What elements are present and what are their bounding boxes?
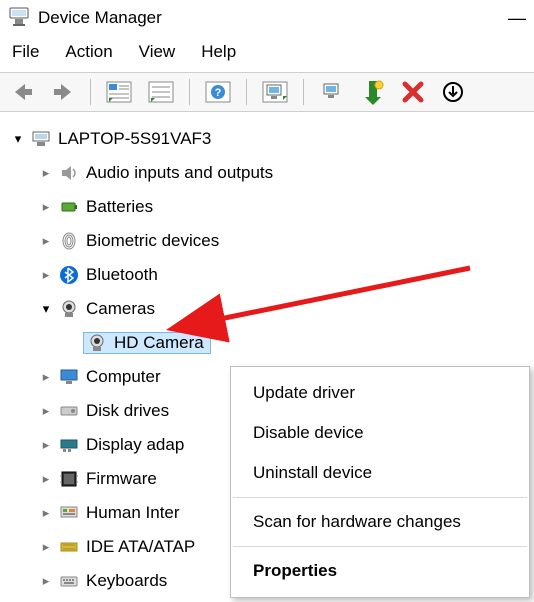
menu-action[interactable]: Action (65, 42, 112, 62)
display-adapter-icon (56, 435, 82, 455)
list-button[interactable] (143, 77, 179, 107)
menubar: File Action View Help (0, 36, 534, 72)
hid-icon (56, 503, 82, 523)
node-label: Firmware (82, 469, 157, 489)
forward-button[interactable] (46, 77, 80, 107)
speaker-icon (56, 163, 82, 183)
tree-node-bluetooth[interactable]: Bluetooth (8, 258, 530, 292)
root-label: LAPTOP-5S91VAF3 (54, 129, 211, 149)
update-driver-button[interactable] (356, 77, 390, 107)
node-label: Disk drives (82, 401, 169, 421)
window-title: Device Manager (38, 8, 162, 28)
chevron-down-icon[interactable] (8, 131, 28, 147)
menu-separator (233, 546, 527, 547)
node-label: Human Inter (82, 503, 180, 523)
menu-separator (233, 497, 527, 498)
tree-node-audio[interactable]: Audio inputs and outputs (8, 156, 530, 190)
toolbar-separator (246, 79, 247, 105)
ide-icon (56, 537, 82, 557)
tree-root[interactable]: LAPTOP-5S91VAF3 (8, 122, 530, 156)
context-menu: Update driver Disable device Uninstall d… (230, 366, 530, 598)
chevron-right-icon[interactable] (36, 267, 56, 283)
disk-icon (56, 401, 82, 421)
help-button[interactable]: ? (200, 77, 236, 107)
tree-leaf-hdcamera[interactable]: HD Camera (8, 326, 530, 360)
node-label: Keyboards (82, 571, 167, 591)
chevron-right-icon[interactable] (36, 233, 56, 249)
firmware-icon (56, 469, 82, 489)
chevron-right-icon[interactable] (36, 199, 56, 215)
context-scan-hardware[interactable]: Scan for hardware changes (231, 502, 529, 542)
camera-icon (56, 299, 82, 319)
tree-node-cameras[interactable]: Cameras (8, 292, 530, 326)
fingerprint-icon (56, 231, 82, 251)
menu-help[interactable]: Help (201, 42, 236, 62)
node-label: Display adap (82, 435, 184, 455)
chevron-right-icon[interactable] (36, 505, 56, 521)
context-uninstall-device[interactable]: Uninstall device (231, 453, 529, 493)
svg-text:?: ? (215, 87, 222, 99)
keyboard-icon (56, 571, 82, 591)
chevron-right-icon[interactable] (36, 369, 56, 385)
chevron-right-icon[interactable] (36, 165, 56, 181)
computer-icon (28, 129, 54, 149)
node-label: Audio inputs and outputs (82, 163, 273, 183)
monitor-icon (56, 367, 82, 387)
minimize-button[interactable]: — (508, 8, 526, 29)
back-button[interactable] (6, 77, 40, 107)
context-update-driver[interactable]: Update driver (231, 373, 529, 413)
node-label: IDE ATA/ATAP (82, 537, 195, 557)
node-label: Bluetooth (82, 265, 158, 285)
uninstall-device-button[interactable] (396, 77, 430, 107)
context-disable-device[interactable]: Disable device (231, 413, 529, 453)
scan-refresh-button[interactable] (257, 77, 293, 107)
menu-view[interactable]: View (139, 42, 176, 62)
chevron-right-icon[interactable] (36, 573, 56, 589)
toolbar-separator (303, 79, 304, 105)
details-button[interactable] (101, 77, 137, 107)
scan-hardware-button[interactable] (314, 77, 350, 107)
toolbar-separator (189, 79, 190, 105)
battery-icon (56, 197, 82, 217)
tree-node-batteries[interactable]: Batteries (8, 190, 530, 224)
context-properties[interactable]: Properties (231, 551, 529, 591)
chevron-down-icon[interactable] (36, 301, 56, 317)
chevron-right-icon[interactable] (36, 539, 56, 555)
disable-device-button[interactable] (436, 77, 470, 107)
chevron-right-icon[interactable] (36, 471, 56, 487)
node-label: Batteries (82, 197, 153, 217)
chevron-right-icon[interactable] (36, 403, 56, 419)
device-manager-icon (8, 5, 30, 31)
tree-node-biometric[interactable]: Biometric devices (8, 224, 530, 258)
camera-icon (84, 333, 110, 353)
menu-file[interactable]: File (12, 42, 39, 62)
bluetooth-icon (56, 265, 82, 285)
node-label: Cameras (82, 299, 155, 319)
node-label: Biometric devices (82, 231, 219, 251)
node-label: Computer (82, 367, 161, 387)
chevron-right-icon[interactable] (36, 437, 56, 453)
titlebar: Device Manager — (0, 0, 534, 36)
node-label: HD Camera (110, 333, 204, 353)
toolbar: ? (0, 72, 534, 112)
toolbar-separator (90, 79, 91, 105)
